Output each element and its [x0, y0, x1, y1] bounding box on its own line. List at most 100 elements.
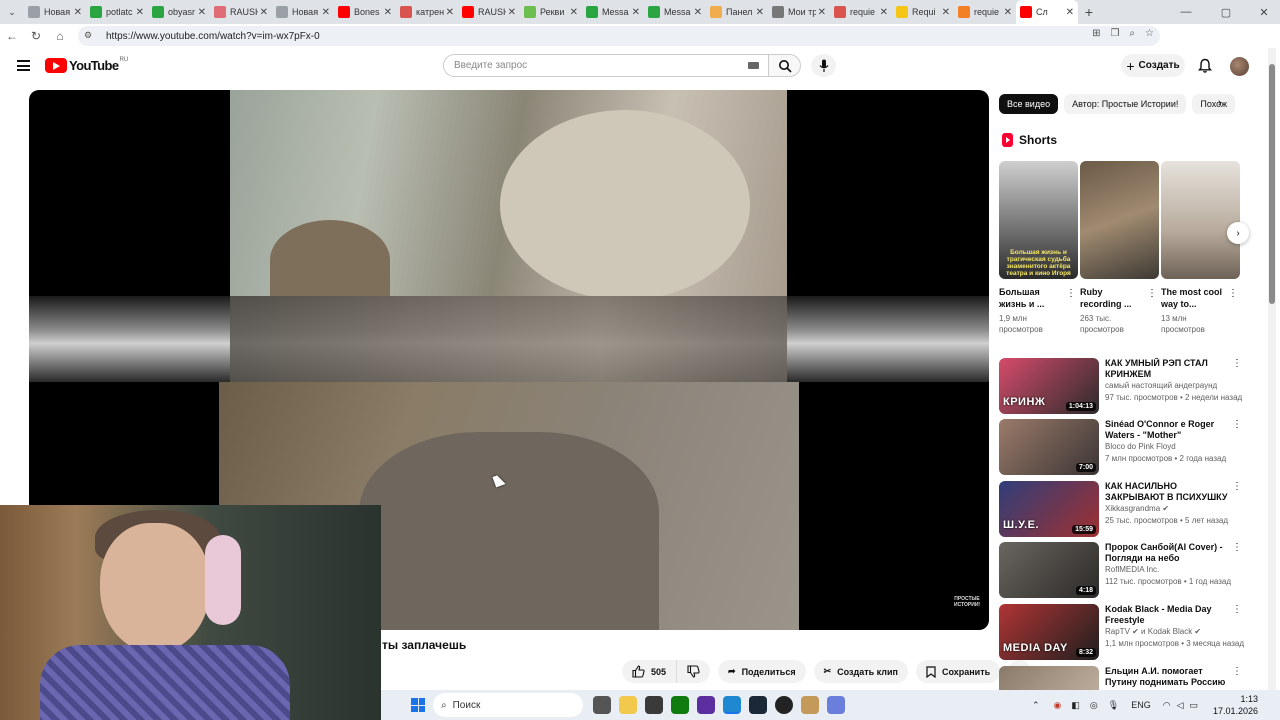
tab-close-icon[interactable]: ✕: [260, 7, 268, 18]
tab-close-icon[interactable]: ✕: [74, 7, 82, 18]
tab-close-icon[interactable]: ✕: [508, 7, 516, 18]
discord-icon[interactable]: [827, 696, 845, 714]
filter-chip[interactable]: Похож: [1192, 94, 1236, 114]
recommended-video[interactable]: MEDIA DAY 8:32 Kodak Black - Media Day Fre…: [999, 604, 1244, 662]
volume-icon[interactable]: ◁: [1177, 700, 1184, 711]
tab-close-icon[interactable]: ✕: [694, 7, 702, 18]
steam-icon[interactable]: [749, 696, 767, 714]
account-avatar[interactable]: [1230, 57, 1249, 76]
task-view-icon[interactable]: [593, 696, 611, 714]
tab-close-icon[interactable]: ✕: [818, 7, 826, 18]
channel-name[interactable]: самый настоящий андеграунд: [1105, 381, 1229, 390]
browser-tab[interactable]: requie ✕: [954, 1, 1016, 23]
tab-close-icon[interactable]: ✕: [632, 7, 640, 18]
battery-icon[interactable]: ▭: [1189, 700, 1198, 711]
browser-tab[interactable]: Новая ✕: [24, 1, 86, 23]
video-thumbnail[interactable]: КРИНЖ 1:04:13: [999, 358, 1099, 414]
browser-tab[interactable]: Requi ✕: [892, 1, 954, 23]
video-title[interactable]: Пророк Санбой(AI Cover) - Погляди на неб…: [1105, 542, 1229, 564]
copy-link-icon[interactable]: ❐: [1110, 28, 1119, 39]
video-title[interactable]: Kodak Black - Media Day Freestyle: [1105, 604, 1229, 626]
tray-app-3-icon[interactable]: ◎: [1090, 700, 1098, 711]
short-card[interactable]: Большая жизнь и трагическая судьба знаме…: [999, 161, 1078, 335]
video-thumbnail[interactable]: Ш.У.Е. 15:59: [999, 481, 1099, 537]
video-title[interactable]: Ельцин А.И. помогает Путину поднимать Ро…: [1105, 666, 1229, 688]
windows-start-icon[interactable]: [411, 698, 425, 712]
create-button[interactable]: + Создать: [1121, 54, 1185, 77]
browser-tab[interactable]: Messa ✕: [644, 1, 706, 23]
tab-close-icon[interactable]: ✕: [1004, 7, 1012, 18]
home-icon[interactable]: ⌂: [48, 24, 72, 48]
tab-close-icon[interactable]: ✕: [1066, 7, 1074, 18]
search-input[interactable]: Введите запрос: [443, 54, 768, 77]
video-title[interactable]: КАК НАСИЛЬНО ЗАКРЫВАЮТ В ПСИХУШКУ ? | ХИ…: [1105, 481, 1229, 503]
more-vertical-icon[interactable]: ⋮: [1232, 481, 1242, 492]
short-title[interactable]: The most cool way to...: [1161, 286, 1227, 310]
tab-close-icon[interactable]: ✕: [136, 7, 144, 18]
taskbar-clock[interactable]: 1:13 17.01.2026: [1213, 693, 1258, 717]
recommended-video[interactable]: Ш.У.Е. 15:59 КАК НАСИЛЬНО ЗАКРЫВАЮТ В ПСИХ…: [999, 481, 1244, 539]
xbox-icon[interactable]: [671, 696, 689, 714]
taskbar-search[interactable]: ⌕ Поиск: [433, 693, 583, 717]
more-vertical-icon[interactable]: ⋮: [1232, 358, 1242, 369]
tray-app-2-icon[interactable]: ◧: [1071, 700, 1080, 711]
tray-mic-icon[interactable]: 🎙: [1108, 700, 1119, 711]
browser-tab[interactable]: Панел ✕: [706, 1, 768, 23]
more-vertical-icon[interactable]: ⋮: [1232, 419, 1242, 430]
keyboard-icon[interactable]: [748, 62, 759, 69]
wifi-icon[interactable]: ◠: [1163, 700, 1171, 711]
tab-close-icon[interactable]: ✕: [322, 7, 330, 18]
tab-search-chevron-icon[interactable]: ⌄: [0, 0, 24, 24]
browser-tab[interactable]: Messa ✕: [582, 1, 644, 23]
more-vertical-icon[interactable]: ⋮: [1232, 542, 1242, 553]
tab-close-icon[interactable]: ✕: [384, 7, 392, 18]
video-thumbnail[interactable]: MEDIA DAY 8:32: [999, 604, 1099, 660]
recommended-video[interactable]: КРИНЖ 1:04:13 КАК УМНЫЙ РЭП СТАЛ КРИНЖЕМ са…: [999, 358, 1244, 416]
browser-tab[interactable]: obyasr ✕: [148, 1, 210, 23]
tab-close-icon[interactable]: ✕: [942, 7, 950, 18]
tray-overflow-icon[interactable]: ⌃: [1032, 700, 1040, 711]
filter-chip[interactable]: Все видео: [999, 94, 1059, 114]
search-button[interactable]: [768, 54, 801, 77]
short-title[interactable]: Большая жизнь и ...: [999, 286, 1065, 310]
clip-button[interactable]: ✂ Создать клип: [813, 660, 908, 683]
browser-tab[interactable]: RAUSH✕: [210, 1, 272, 23]
browser-tab[interactable]: potlatc ✕: [86, 1, 148, 23]
short-card[interactable]: Ruby recording ... 263 тыс. просмотров ⋮: [1080, 161, 1159, 335]
browser-tab[interactable]: Рекви ✕: [520, 1, 582, 23]
page-scrollbar[interactable]: [1268, 48, 1276, 690]
file-explorer-icon[interactable]: [619, 696, 637, 714]
voice-search-button[interactable]: [811, 54, 836, 77]
close-window-icon[interactable]: ✕: [1244, 0, 1280, 24]
channel-name[interactable]: RoflMEDIA Inc.: [1105, 565, 1229, 574]
shorts-next-chevron-icon[interactable]: ›: [1227, 222, 1249, 244]
address-bar[interactable]: ⚙ https://www.youtube.com/watch?v=im-wx7…: [78, 26, 1160, 46]
browser-tab[interactable]: RAUSH✕: [458, 1, 520, 23]
save-button[interactable]: Сохранить: [915, 660, 1001, 683]
video-title[interactable]: КАК УМНЫЙ РЭП СТАЛ КРИНЖЕМ: [1105, 358, 1229, 380]
scrollbar-thumb[interactable]: [1269, 64, 1275, 304]
edge-browser-icon[interactable]: [723, 696, 741, 714]
short-thumbnail[interactable]: [1080, 161, 1159, 279]
short-thumbnail[interactable]: Большая жизнь и трагическая судьба знаме…: [999, 161, 1078, 279]
input-language[interactable]: ENG: [1131, 700, 1151, 710]
video-thumbnail[interactable]: 7:00: [999, 419, 1099, 475]
chips-next-chevron-icon[interactable]: ›: [1218, 97, 1222, 109]
tray-app-icon[interactable]: ◉: [1054, 700, 1062, 711]
more-vertical-icon[interactable]: ⋮: [1066, 288, 1076, 299]
new-tab-button[interactable]: +: [1078, 4, 1100, 20]
install-app-icon[interactable]: ⊞: [1092, 28, 1100, 39]
video-thumbnail[interactable]: 4:18: [999, 542, 1099, 598]
maximize-icon[interactable]: ▢: [1206, 0, 1246, 24]
tab-close-icon[interactable]: ✕: [570, 7, 578, 18]
tab-close-icon[interactable]: ✕: [198, 7, 206, 18]
channel-name[interactable]: RapTV ✔ и Kodak Black ✔: [1105, 627, 1229, 636]
dislike-button[interactable]: [677, 660, 711, 683]
tab-close-icon[interactable]: ✕: [446, 7, 454, 18]
site-info-icon[interactable]: ⚙: [84, 30, 96, 42]
youtube-logo[interactable]: YouTube RU: [45, 57, 128, 73]
like-button[interactable]: 505: [622, 660, 678, 683]
video-title[interactable]: Sinéad O'Connor e Roger Waters - "Mother…: [1105, 419, 1229, 441]
filter-chip[interactable]: Автор: Простые Истории!: [1064, 94, 1187, 114]
tab-close-icon[interactable]: ✕: [880, 7, 888, 18]
